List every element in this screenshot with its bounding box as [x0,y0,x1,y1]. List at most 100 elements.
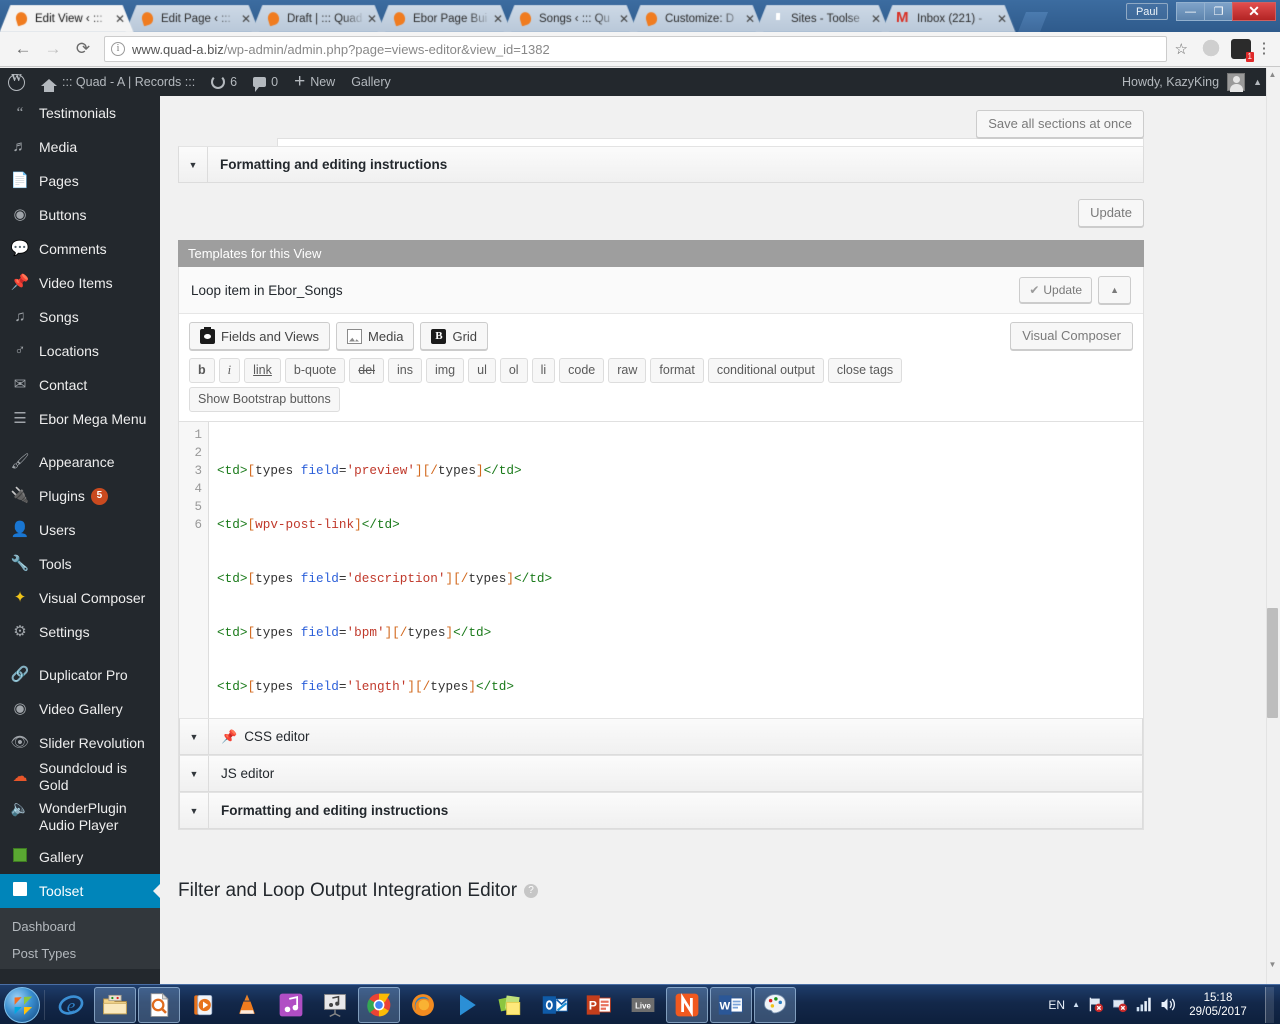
scroll-up-arrow-icon[interactable]: ▲ [1267,70,1278,79]
quicktag-code[interactable]: code [559,358,605,383]
update-button[interactable]: Update [1078,199,1144,227]
reload-icon[interactable]: ⟳ [68,34,98,64]
extension-badge-icon[interactable]: 1 [1231,39,1254,62]
quicktag-raw[interactable]: raw [608,358,647,383]
volume-icon[interactable] [1159,996,1176,1013]
signal-bars-icon[interactable] [1135,996,1152,1013]
show-bootstrap-buttons-button[interactable]: Show Bootstrap buttons [189,387,340,412]
sidebar-item-video-gallery[interactable]: ◉ Video Gallery [0,692,160,726]
flag-alert-icon[interactable] [1087,996,1104,1013]
browser-tab[interactable]: Inbox (221) - ✕ [882,5,1016,32]
accordion-formatting-instructions-bottom[interactable]: ▼ Formatting and editing instructions [179,792,1143,829]
sidebar-item-slider-revolution[interactable]: 👁 Slider Revolution [0,726,160,760]
chevron-down-icon[interactable]: ▼ [180,719,209,754]
sidebar-item-gallery[interactable]: Gallery [0,840,160,874]
browser-tab[interactable]: Edit View ‹ ::: ✕ [0,5,133,32]
back-icon[interactable]: ← [8,34,38,64]
howdy-label[interactable]: Howdy, KazyKing [1122,75,1219,89]
powerpoint-icon[interactable]: P [578,987,620,1023]
help-icon[interactable]: ? [524,884,539,898]
vlc-icon[interactable] [226,987,268,1023]
internet-explorer-icon[interactable]: e [50,987,92,1023]
itunes-icon[interactable] [270,987,312,1023]
chevron-down-icon[interactable]: ▼ [180,793,209,828]
network-error-icon[interactable] [1111,996,1128,1013]
quicktag-i[interactable]: i [218,358,241,383]
sidebar-item-pages[interactable]: 📄 Pages [0,164,160,198]
quicktag-li[interactable]: li [531,358,556,383]
chevron-down-icon[interactable]: ▼ [179,147,208,182]
browser-tab[interactable]: Ebor Page Bui ✕ [378,5,512,32]
start-button[interactable] [4,986,40,1023]
minimize-button[interactable]: — [1176,2,1205,21]
clock[interactable]: 15:18 29/05/2017 [1183,991,1253,1019]
sidebar-item-tools[interactable]: 🔧 Tools [0,547,160,581]
visual-composer-button[interactable]: Visual Composer [1010,322,1133,350]
new-content-menu[interactable]: + New [286,68,343,96]
tab-close-icon[interactable]: ✕ [743,12,757,26]
sidebar-item-media[interactable]: ♬ Media [0,130,160,164]
quicktag-ins[interactable]: ins [387,358,422,383]
avatar[interactable] [1227,73,1246,92]
tab-close-icon[interactable]: ✕ [491,12,505,26]
forward-icon[interactable]: → [38,34,68,64]
browser-tab[interactable]: Draft | ::: Quad ✕ [252,5,386,32]
tab-close-icon[interactable]: ✕ [365,12,379,26]
quicktag-img[interactable]: img [425,358,465,383]
comments-menu[interactable]: 0 [245,68,286,96]
code-content[interactable]: <td>[types field='preview'][/types]</td>… [209,422,1143,718]
grid-button[interactable]: B Grid [420,322,489,350]
sidebar-item-contact[interactable]: ✉ Contact [0,368,160,402]
updates-menu[interactable]: 6 [203,68,245,96]
play-icon[interactable] [446,987,488,1023]
sidebar-item-locations[interactable]: ♂ Locations [0,334,160,368]
panel-collapse-button[interactable]: ▲ [1098,276,1131,304]
scrollbar-thumb[interactable] [1267,608,1278,718]
show-hidden-icons-icon[interactable]: ▲ [1072,1000,1080,1009]
submenu-item-post-types[interactable]: Post Types [0,940,160,967]
page-scrollbar[interactable]: ▲ ▼ [1266,68,1280,985]
browser-tab[interactable]: Edit Page ‹ ::: ✕ [126,5,260,32]
extension-icon[interactable] [1201,39,1221,59]
language-indicator[interactable]: EN [1048,998,1065,1012]
sidebar-item-settings[interactable]: ⚙ Settings [0,615,160,649]
quicktag-ol[interactable]: ol [499,358,528,383]
gallery-menu[interactable]: Gallery [343,68,399,96]
bookmark-star-icon[interactable]: ☆ [1175,40,1188,58]
show-desktop-button[interactable] [1265,986,1274,1023]
firefox-icon[interactable] [402,987,444,1023]
browser-tab[interactable]: Customize: D ✕ [630,5,764,32]
browser-menu-icon[interactable]: ⋮ [1256,41,1272,56]
fields-and-views-button[interactable]: Fields and Views [189,322,331,350]
sidebar-item-ebor-mega-menu[interactable]: ☰ Ebor Mega Menu [0,402,160,436]
accordion-css-editor[interactable]: ▼ 📌 CSS editor [179,718,1143,755]
sticky-notes-icon[interactable] [490,987,532,1023]
chevron-up-icon[interactable]: ▲ [1253,77,1262,87]
sidebar-item-visual-composer[interactable]: ✦ Visual Composer [0,581,160,615]
close-button[interactable]: ✕ [1232,2,1276,21]
word-icon[interactable]: W [710,986,752,1023]
scroll-down-arrow-icon[interactable]: ▼ [1267,960,1278,969]
browser-tab[interactable]: Sites - Toolse ✕ [756,5,890,32]
sidebar-item-wonderplugin-audio-player[interactable]: 🔈 WonderPlugin Audio Player [0,794,160,840]
tab-close-icon[interactable]: ✕ [113,12,127,26]
accordion-formatting-instructions-top[interactable]: ▼ Formatting and editing instructions [178,146,1144,183]
nitro-pdf-icon[interactable] [666,986,708,1023]
code-editor[interactable]: 1 2 3 4 5 6 <td>[types field='preview'][… [179,421,1143,718]
site-info-icon[interactable]: i [111,42,125,56]
search-document-icon[interactable] [138,986,180,1023]
quicktag-close-tags[interactable]: close tags [827,358,903,383]
sidebar-item-soundcloud-is-gold[interactable]: ☁ Soundcloud is Gold [0,760,160,794]
quicktag-conditional-output[interactable]: conditional output [707,358,824,383]
sidebar-item-video-items[interactable]: 📌 Video Items [0,266,160,300]
quicktag-del[interactable]: del [349,358,384,383]
sidebar-item-users[interactable]: 👤 Users [0,513,160,547]
outlook-icon[interactable] [534,987,576,1023]
google-chrome-icon[interactable] [358,986,400,1023]
tab-close-icon[interactable]: ✕ [995,12,1009,26]
quicktag-b-quote[interactable]: b-quote [284,358,346,383]
media-library-icon[interactable] [314,987,356,1023]
wp-logo-menu[interactable] [0,68,33,96]
chevron-down-icon[interactable]: ▼ [180,756,209,791]
file-explorer-icon[interactable] [94,986,136,1023]
